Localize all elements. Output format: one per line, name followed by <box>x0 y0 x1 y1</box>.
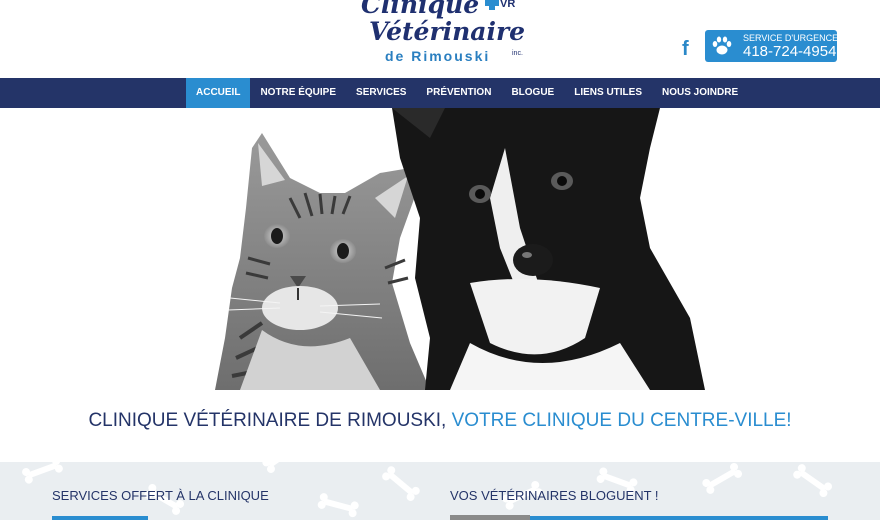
blog-title-underline <box>530 516 828 520</box>
logo-line-rimouski: de Rimouski <box>385 48 491 64</box>
clinic-logo[interactable]: Clinique VR Vétérinaire de Rimouski inc. <box>355 0 525 72</box>
nav-item-nous-joindre[interactable]: NOUS JOINDRE <box>652 78 748 108</box>
nav-item-prevention[interactable]: PRÉVENTION <box>416 78 501 108</box>
blog-thumbnail-edge <box>450 515 530 520</box>
logo-vr-badge-icon: VR <box>485 0 515 10</box>
tagline-clinic-name: CLINIQUE VÉTÉRINAIRE DE RIMOUSKI, <box>88 410 452 431</box>
emergency-service-button[interactable]: SERVICE D'URGENCE 418-724-4954 <box>705 30 839 62</box>
logo-line-veterinaire: Vétérinaire <box>369 17 526 46</box>
welcome-tagline: CLINIQUE VÉTÉRINAIRE DE RIMOUSKI, VOTRE … <box>0 410 880 432</box>
main-nav: ACCUEIL NOTRE ÉQUIPE SERVICES PRÉVENTION… <box>0 78 880 108</box>
services-title-underline <box>52 516 148 520</box>
emergency-phone: 418-724-4954 <box>743 43 837 60</box>
tagline-downtown: VOTRE CLINIQUE DU CENTRE-VILLE! <box>451 410 792 431</box>
site-header: Clinique VR Vétérinaire de Rimouski inc.… <box>0 0 880 78</box>
nav-item-notre-equipe[interactable]: NOTRE ÉQUIPE <box>250 78 346 108</box>
hero-illustration <box>215 108 705 390</box>
facebook-icon[interactable]: f <box>682 38 696 60</box>
services-section-title: SERVICES OFFERT À LA CLINIQUE <box>52 488 269 503</box>
logo-inc: inc. <box>512 50 523 57</box>
nav-item-services[interactable]: SERVICES <box>346 78 416 108</box>
logo-badge-text: VR <box>500 0 515 10</box>
paw-icon <box>712 36 732 55</box>
emergency-label: SERVICE D'URGENCE <box>743 33 839 43</box>
blog-section-title: VOS VÉTÉRINAIRES BLOGUENT ! <box>450 488 659 503</box>
nav-item-blogue[interactable]: BLOGUE <box>501 78 564 108</box>
nav-item-liens-utiles[interactable]: LIENS UTILES <box>564 78 652 108</box>
nav-item-accueil[interactable]: ACCUEIL <box>186 78 251 108</box>
cat-illustration <box>215 133 430 390</box>
hero-image-cat-and-dog <box>0 108 880 390</box>
dog-illustration <box>392 108 705 390</box>
